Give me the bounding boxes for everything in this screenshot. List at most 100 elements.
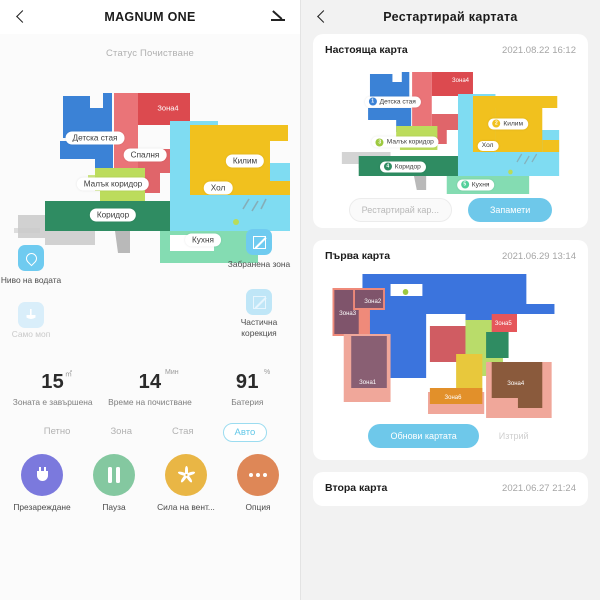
stat-time-unit: Мин — [165, 369, 179, 376]
card-title: Втора карта — [325, 482, 388, 494]
save-map-button[interactable]: Запамети — [467, 198, 553, 222]
recharge-button[interactable]: Презареждане — [10, 454, 74, 512]
right-header: Рестартирай картата — [301, 0, 600, 34]
mini-room-name: Коридор — [394, 163, 421, 171]
device-control-panel: MAGNUM ONE Статус Почистване Детска стая… — [0, 0, 300, 600]
card-date: 2021.06.29 13:14 — [502, 251, 576, 262]
chevron-left-icon[interactable] — [315, 10, 329, 24]
mini-zone-tag: Зона4 — [507, 381, 525, 387]
room-label[interactable]: Спалня — [123, 148, 167, 162]
card-date: 2021.08.22 16:12 — [502, 45, 576, 56]
mini-room-label[interactable]: 5 Кухня — [456, 179, 495, 191]
card-header: Втора карта 2021.06.27 21:24 — [325, 482, 576, 494]
card-date: 2021.06.27 21:24 — [502, 483, 576, 494]
mop-glyph — [26, 309, 36, 319]
zone-tag: Зона4 — [157, 103, 179, 113]
room-label[interactable]: Кухня — [185, 233, 221, 247]
stat-battery: 91 Батерия — [199, 371, 296, 407]
mini-zone-tag: Зона6 — [444, 394, 462, 401]
pencil-icon[interactable] — [270, 9, 286, 25]
stat-time-label: Време на почистване — [108, 397, 192, 407]
tab-zone[interactable]: Зона — [99, 423, 143, 442]
tab-auto[interactable]: Авто — [222, 423, 268, 442]
room-badge: 3 — [375, 138, 384, 146]
mini-map-canvas — [341, 72, 560, 194]
tab-room[interactable]: Стая — [161, 423, 205, 442]
card-first-map[interactable]: Първа карта 2021.06.29 13:14 Зона3 Зона2… — [313, 240, 588, 460]
stat-area-value: 15 — [41, 371, 65, 393]
stats-row: 15 Зоната е завършена 14 Време на почист… — [0, 371, 300, 407]
cleaning-status-text: Статус Почистване — [105, 48, 195, 59]
plug-icon — [21, 454, 63, 496]
mini-zone-tag: Зона1 — [359, 379, 377, 386]
mini-zone-tag: Зона4 — [452, 77, 470, 84]
mini-room-label[interactable]: 3 Малък коридор — [371, 136, 439, 148]
partial-correction-icon[interactable] — [246, 289, 272, 315]
stat-area-label: Зоната е завършена — [12, 397, 93, 407]
tool-caption-mop-only: Само моп — [11, 329, 51, 339]
mini-room-label[interactable]: Хол — [477, 140, 499, 151]
right-page-title: Рестартирай картата — [383, 10, 518, 24]
pause-icon — [93, 454, 135, 496]
stat-battery-label: Батерия — [231, 397, 264, 407]
card-title: Първа карта — [325, 250, 391, 262]
stat-battery-value: 91 — [235, 371, 259, 393]
room-badge: 4 — [383, 162, 392, 171]
tool-caption-no-go-zone: Забранена зона — [227, 259, 291, 269]
mini-room-name: Малък коридор — [386, 138, 434, 146]
map-manager-panel: Рестартирай картата Настояща карта 2021.… — [300, 0, 600, 600]
mini-room-name: Кухня — [471, 181, 490, 189]
no-go-zone-icon[interactable] — [246, 229, 272, 255]
pause-label: Пауза — [102, 502, 126, 512]
mini-room-label[interactable]: 4 Коридор — [379, 161, 426, 173]
fan-power-label: Сила на вент... — [157, 502, 215, 512]
stat-time: 14 Време на почистване — [101, 371, 198, 407]
update-map-button[interactable]: Обнови картата — [368, 424, 479, 448]
card-header: Настояща карта 2021.08.22 16:12 — [325, 44, 576, 56]
mini-zone-tag: Зона2 — [364, 298, 382, 305]
tool-caption-partial-correction: Частична корекция — [240, 317, 278, 338]
room-label[interactable]: Коридор — [89, 208, 137, 222]
room-label[interactable]: Хол — [203, 181, 233, 195]
floor-map[interactable]: Детска стая Спалня Малък коридор Коридор… — [0, 63, 300, 333]
card-header: Първа карта 2021.06.29 13:14 — [325, 250, 576, 262]
options-button[interactable]: Опция — [226, 454, 290, 512]
first-map-preview[interactable]: Зона3 Зона2 Зона1 Зона5 Зона6 Зона4 — [325, 270, 576, 420]
water-drop-icon[interactable] — [18, 245, 44, 271]
chevron-left-icon[interactable] — [14, 10, 28, 24]
mini-room-name: Хол — [481, 142, 494, 150]
mini-room-name: Детска стая — [379, 98, 416, 106]
stat-area: 15 Зоната е завършена — [4, 371, 101, 407]
map-cards-list[interactable]: Настояща карта 2021.08.22 16:12 1 Детска… — [301, 34, 600, 506]
first-map-buttons: Обнови картата Изтрий — [325, 424, 576, 448]
room-badge: 2 — [492, 119, 501, 128]
page-title: MAGNUM ONE — [104, 10, 196, 24]
card-second-map[interactable]: Втора карта 2021.06.27 21:24 — [313, 472, 588, 506]
stat-battery-unit: % — [264, 369, 271, 376]
delete-map-button[interactable]: Изтрий — [495, 425, 533, 447]
mini-room-label[interactable]: 2 Килим — [488, 118, 529, 130]
mini-zone-tag: Зона3 — [339, 310, 357, 317]
mini-zone-tag: Зона5 — [494, 321, 512, 327]
fan-icon — [165, 454, 207, 496]
card-current-map[interactable]: Настояща карта 2021.08.22 16:12 1 Детска… — [313, 34, 588, 228]
fan-power-button[interactable]: Сила на вент... — [154, 454, 218, 512]
pause-button[interactable]: Пауза — [82, 454, 146, 512]
stat-time-value: 14 — [138, 371, 162, 393]
tab-spot[interactable]: Петно — [33, 423, 82, 442]
mini-room-label[interactable]: 1 Детска стая — [364, 96, 421, 108]
recharge-label: Презареждане — [13, 502, 71, 512]
action-buttons: Презареждане Пауза Сила на вент... Опция — [0, 454, 300, 512]
current-map-preview[interactable]: 1 Детска стая 3 Малък коридор 4 Коридор … — [325, 64, 576, 194]
stat-area-unit: ㎡ — [65, 371, 72, 378]
app-screen: MAGNUM ONE Статус Почистване Детска стая… — [0, 0, 600, 600]
tool-caption-water-level: Ниво на водата — [0, 275, 62, 285]
room-badge: 1 — [368, 97, 377, 106]
mop-icon[interactable] — [18, 302, 44, 328]
room-label[interactable]: Килим — [225, 154, 265, 168]
room-label[interactable]: Малък коридор — [76, 177, 150, 191]
left-header: MAGNUM ONE — [0, 0, 300, 34]
reset-map-button[interactable]: Рестартирай кар... — [348, 198, 452, 222]
mini-room-name: Килим — [503, 120, 524, 128]
room-label[interactable]: Детска стая — [65, 131, 125, 145]
